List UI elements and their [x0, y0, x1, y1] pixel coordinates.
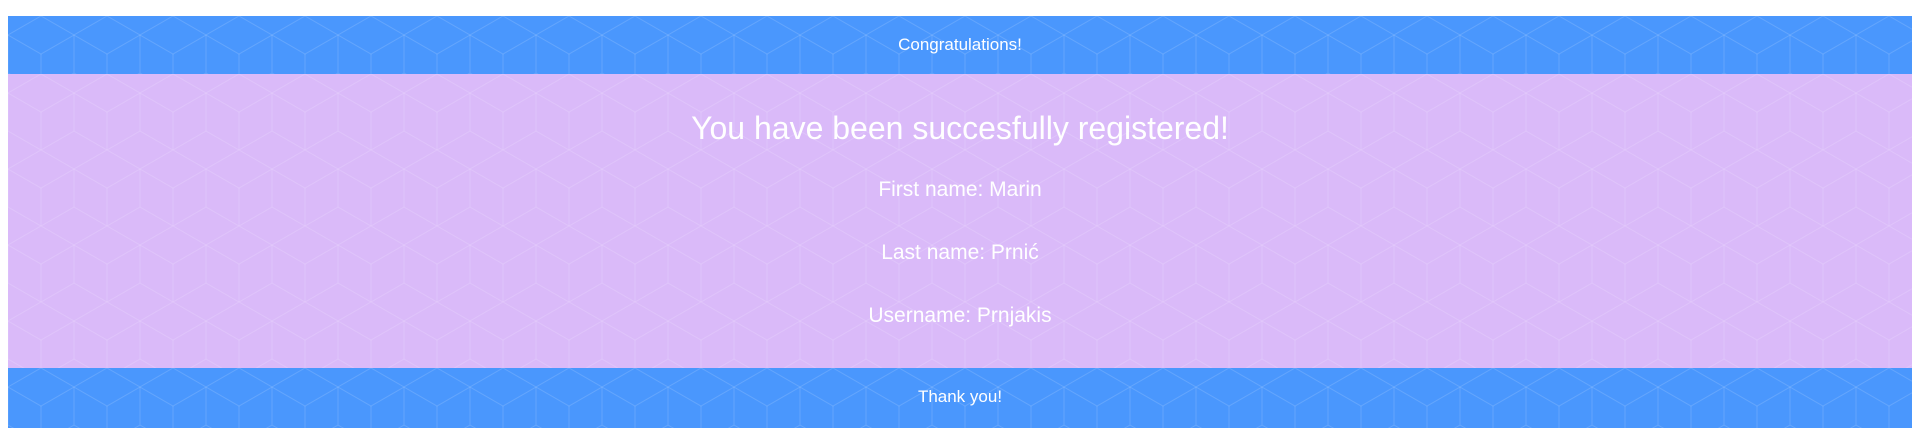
footer-text: Thank you! [917, 387, 1003, 406]
first-name-text: First name: Marin [878, 178, 1042, 201]
registration-confirmation-page: Congratulations! You have been succesful… [8, 16, 1912, 428]
registration-details-panel: You have been succesfully registered! Fi… [8, 74, 1912, 368]
username-text: Username: Prnjakis [868, 304, 1052, 327]
header-text: Congratulations! [898, 35, 1022, 54]
header-banner: Congratulations! [8, 16, 1912, 74]
last-name-text: Last name: Prnić [881, 241, 1039, 264]
success-heading: You have been succesfully registered! [691, 110, 1229, 146]
footer-banner: Thank you! [8, 368, 1912, 428]
